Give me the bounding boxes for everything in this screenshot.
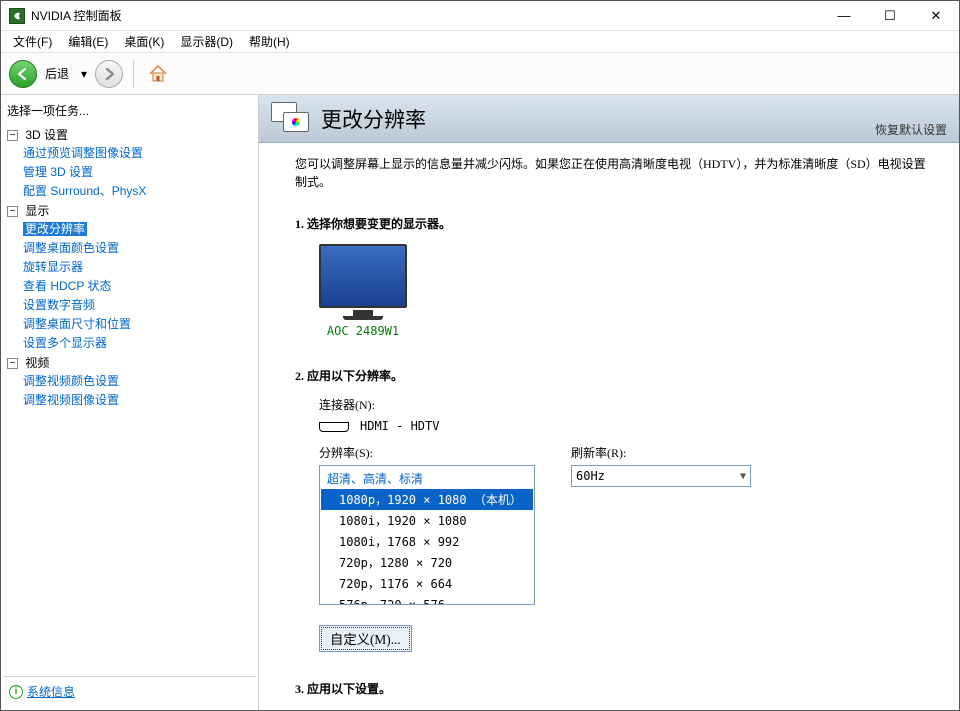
resolution-option[interactable]: 1080i，1920 × 1080 [321,510,533,531]
refresh-rate-combobox[interactable]: 60Hz ▼ [571,465,751,487]
tree-item-hdcp-status[interactable]: 查看 HDCP 状态 [23,279,111,293]
connector-label: 连接器(N): [319,396,935,413]
step-1-heading: 1. 选择你想要变更的显示器。 [295,215,935,232]
tree-item-manage-3d[interactable]: 管理 3D 设置 [23,165,93,179]
intro-text: 您可以调整屏幕上显示的信息量并减少闪烁。如果您正在使用高清晰度电视（HDTV），… [295,155,935,191]
toolbar-separator [133,60,134,88]
display-thumbnail[interactable]: AOC 2489W1 [319,244,407,338]
resolution-option[interactable]: 720p，1176 × 664 [321,573,533,594]
step-3-heading: 3. 应用以下设置。 [295,680,935,697]
refresh-rate-label: 刷新率(R): [571,444,751,461]
back-history-dropdown[interactable]: ▾ [77,67,91,81]
minimize-button[interactable]: — [821,1,867,30]
display-label: AOC 2489W1 [319,324,407,338]
menu-file[interactable]: 文件(F) [5,31,60,52]
arrow-right-icon [102,67,116,81]
hdmi-icon [319,422,349,432]
arrow-left-icon [16,67,30,81]
content-area: 您可以调整屏幕上显示的信息量并减少闪烁。如果您正在使用高清晰度电视（HDTV），… [259,143,959,710]
tree-item-surround-physx[interactable]: 配置 Surround、PhysX [23,184,146,198]
task-tree: − 3D 设置 通过预览调整图像设置 管理 3D 设置 配置 Surround、… [3,125,256,676]
tree-item-change-resolution[interactable]: 更改分辨率 [23,222,87,236]
resolution-group-header: 超清、高清、标清 [321,468,533,489]
menu-display[interactable]: 显示器(D) [172,31,241,52]
tree-item-digital-audio[interactable]: 设置数字音频 [23,298,95,312]
tree-toggle-display[interactable]: − [7,206,18,217]
tree-item-rotate-display[interactable]: 旋转显示器 [23,260,83,274]
page-title: 更改分辨率 [321,104,426,134]
tree-toggle-3d[interactable]: − [7,130,18,141]
menu-help[interactable]: 帮助(H) [241,31,298,52]
monitor-screen-icon [319,244,407,308]
forward-button[interactable] [95,60,123,88]
info-icon: i [9,685,23,699]
change-resolution-icon [271,102,311,136]
step-1: 1. 选择你想要变更的显示器。 AOC 2489W1 [295,215,935,339]
tree-category-video: 视频 [25,356,49,370]
titlebar: NVIDIA 控制面板 — ☐ ✕ [1,1,959,31]
step-2: 2. 应用以下分辨率。 连接器(N): HDMI - HDTV 分辨率(S): [295,367,935,652]
tree-category-3d: 3D 设置 [25,128,68,142]
nvidia-control-panel-window: NVIDIA 控制面板 — ☐ ✕ 文件(F) 编辑(E) 桌面(K) 显示器(… [0,0,960,711]
close-button[interactable]: ✕ [913,1,959,30]
tree-item-desktop-color[interactable]: 调整桌面颜色设置 [23,241,119,255]
resolution-option[interactable]: 576p，720 × 576 [321,594,533,605]
resolution-label: 分辨率(S): [319,444,535,461]
tree-item-desktop-size-position[interactable]: 调整桌面尺寸和位置 [23,317,131,331]
maximize-button[interactable]: ☐ [867,1,913,30]
home-button[interactable] [144,60,172,88]
system-info-link[interactable]: 系统信息 [27,683,75,700]
resolution-listbox[interactable]: 超清、高清、标清 1080p，1920 × 1080 （本机） 1080i，19… [319,465,535,605]
menubar: 文件(F) 编辑(E) 桌面(K) 显示器(D) 帮助(H) [1,31,959,53]
resolution-option[interactable]: 720p，1280 × 720 [321,552,533,573]
sidebar-title: 选择一项任务... [3,99,256,125]
nvidia-icon [9,8,25,24]
chevron-down-icon: ▼ [740,471,746,482]
resolution-option[interactable]: 1080p，1920 × 1080 （本机） [321,489,533,510]
step-2-heading: 2. 应用以下分辨率。 [295,367,935,384]
resolution-option[interactable]: 1080i，1768 × 992 [321,531,533,552]
step-3: 3. 应用以下设置。 [295,680,935,697]
customize-button[interactable]: 自定义(M)... [319,625,412,652]
tree-category-display: 显示 [25,204,49,218]
home-icon [147,63,169,85]
tree-item-video-image[interactable]: 调整视频图像设置 [23,393,119,407]
refresh-rate-value: 60Hz [576,469,605,483]
back-button[interactable] [9,60,37,88]
sidebar-footer: i 系统信息 [3,676,256,706]
restore-defaults-link[interactable]: 恢复默认设置 [875,121,947,138]
tree-item-video-color[interactable]: 调整视频颜色设置 [23,374,119,388]
menu-desktop[interactable]: 桌面(K) [116,31,172,52]
connector-value: HDMI - HDTV [360,419,439,433]
window-title: NVIDIA 控制面板 [31,7,821,24]
window-controls: — ☐ ✕ [821,1,959,30]
page-header: 更改分辨率 恢复默认设置 [259,95,959,143]
toolbar: 后退 ▾ [1,53,959,95]
sidebar: 选择一项任务... − 3D 设置 通过预览调整图像设置 管理 3D 设置 配置… [1,95,259,710]
body: 选择一项任务... − 3D 设置 通过预览调整图像设置 管理 3D 设置 配置… [1,95,959,710]
tree-item-preview-image[interactable]: 通过预览调整图像设置 [23,146,143,160]
tree-item-multiple-displays[interactable]: 设置多个显示器 [23,336,107,350]
menu-edit[interactable]: 编辑(E) [60,31,116,52]
back-label: 后退 [45,65,69,82]
main-panel: 更改分辨率 恢复默认设置 您可以调整屏幕上显示的信息量并减少闪烁。如果您正在使用… [259,95,959,710]
tree-toggle-video[interactable]: − [7,358,18,369]
